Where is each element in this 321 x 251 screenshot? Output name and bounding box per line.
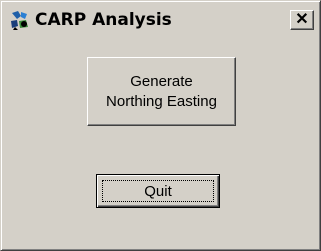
dialog-window: CARP Analysis ✕ Generate Northing Eastin… bbox=[0, 0, 321, 251]
app-icon[interactable] bbox=[9, 9, 31, 31]
window-title: CARP Analysis bbox=[35, 10, 172, 30]
quit-button[interactable]: Quit bbox=[96, 174, 220, 208]
quit-button-label: Quit bbox=[144, 182, 172, 200]
close-button[interactable]: ✕ bbox=[290, 10, 314, 30]
generate-button-label: Generate Northing Easting bbox=[106, 72, 217, 110]
title-bar[interactable]: CARP Analysis ✕ bbox=[5, 5, 316, 34]
generate-northing-easting-button[interactable]: Generate Northing Easting bbox=[87, 57, 236, 126]
close-icon: ✕ bbox=[295, 11, 309, 28]
